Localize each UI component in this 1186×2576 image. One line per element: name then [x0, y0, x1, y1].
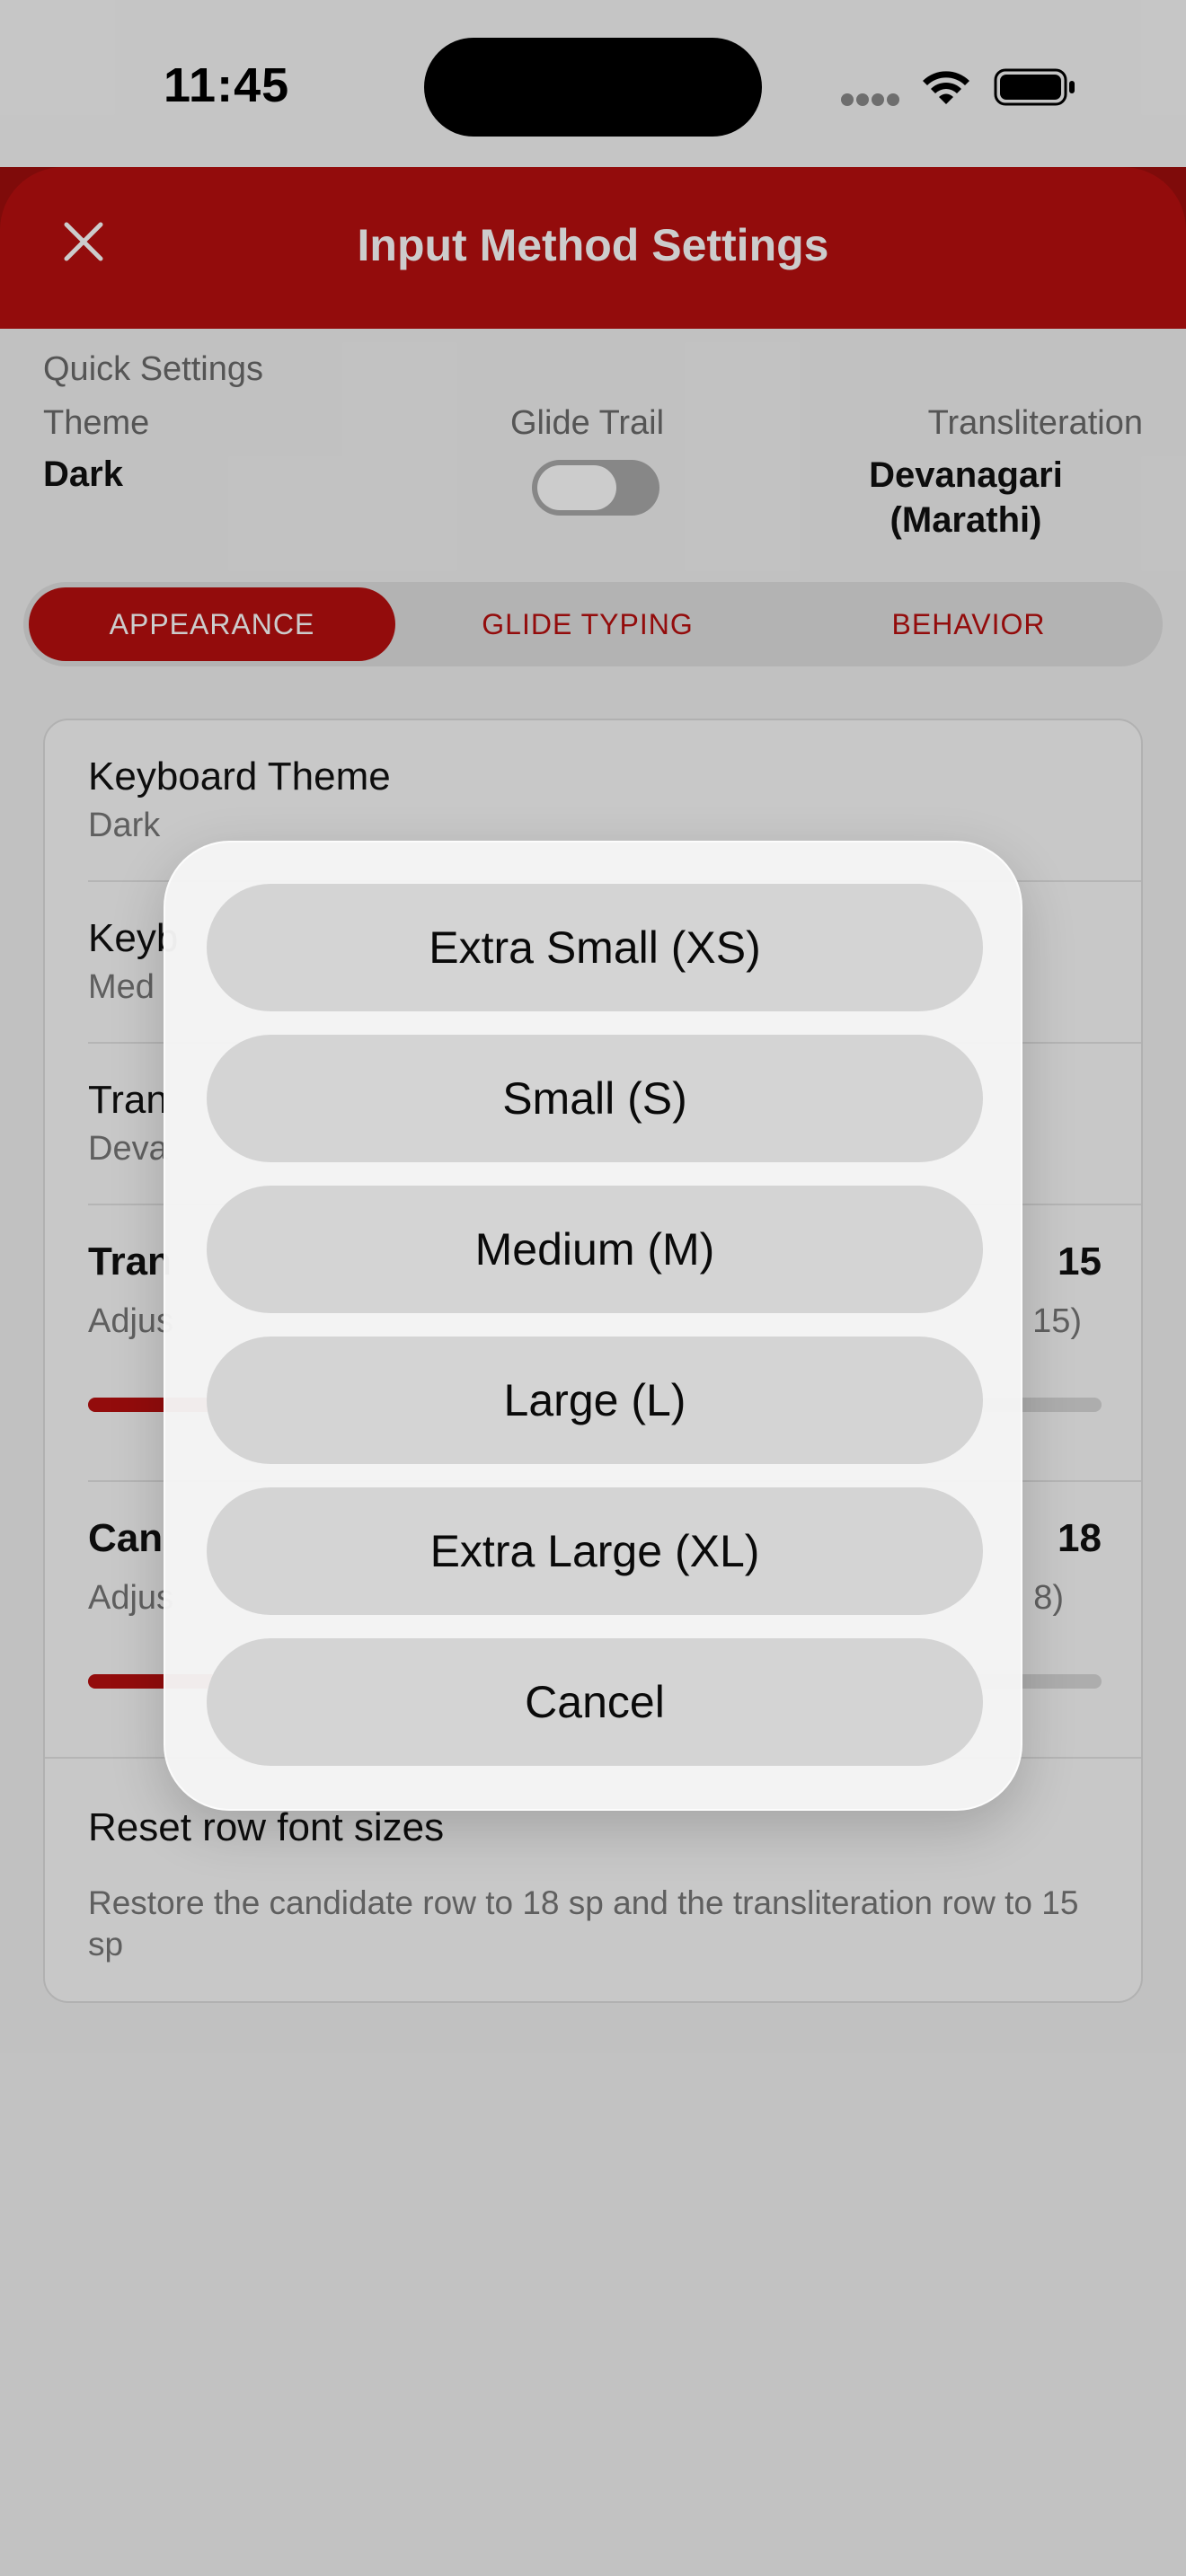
size-picker-sheet: Extra Small (XS) Small (S) Medium (M) La…	[164, 841, 1022, 1811]
option-medium[interactable]: Medium (M)	[207, 1186, 983, 1313]
option-extra-small[interactable]: Extra Small (XS)	[207, 884, 983, 1011]
option-small[interactable]: Small (S)	[207, 1035, 983, 1162]
option-large[interactable]: Large (L)	[207, 1337, 983, 1464]
option-extra-large[interactable]: Extra Large (XL)	[207, 1487, 983, 1615]
cancel-button[interactable]: Cancel	[207, 1638, 983, 1766]
